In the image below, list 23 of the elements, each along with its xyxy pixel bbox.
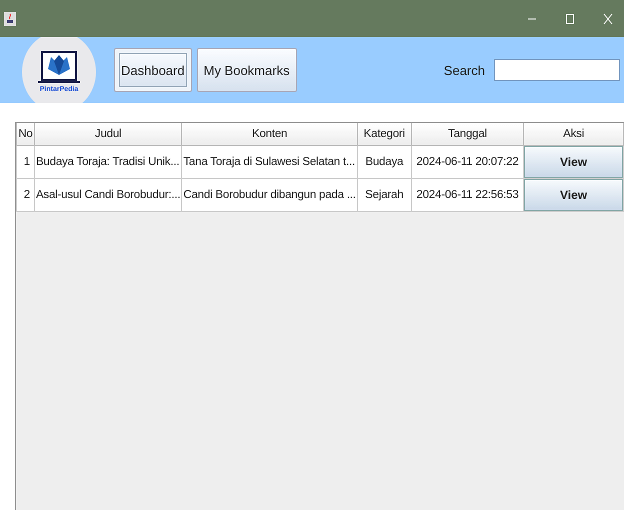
nav-button[interactable]: Dashboard [114, 48, 192, 92]
column-header[interactable]: Aksi [524, 123, 624, 146]
table-cell: 1 [16, 146, 34, 178]
table-cell: 2024-06-11 22:56:53 [411, 178, 524, 212]
table-cell: 2 [16, 178, 34, 212]
column-header[interactable]: Kategori [357, 123, 412, 146]
table-cell: 2024-06-11 20:07:22 [411, 146, 524, 178]
table-cell: Sejarah [357, 178, 412, 212]
column-header[interactable]: Tanggal [411, 123, 524, 146]
nav-button[interactable]: My Bookmarks [196, 48, 297, 92]
table-cell: Budaya [357, 146, 412, 178]
java-icon [4, 12, 16, 26]
table-cell: Budaya Toraja: Tradisi Unik... [34, 146, 182, 178]
table-cell: Candi Borobudur dibangun pada ... [182, 178, 358, 212]
table-cell: Asal-usul Candi Borobudur:... [34, 178, 182, 212]
view-button[interactable]: View [524, 146, 622, 178]
search-field[interactable] [494, 59, 620, 81]
column-header[interactable]: No [16, 123, 34, 146]
table-cell: Tana Toraja di Sulawesi Selatan t... [182, 146, 358, 178]
column-header[interactable]: Konten [182, 123, 358, 146]
column-header[interactable]: Judul [34, 123, 182, 146]
view-button[interactable]: View [524, 180, 622, 210]
search-label: Search [444, 62, 485, 78]
